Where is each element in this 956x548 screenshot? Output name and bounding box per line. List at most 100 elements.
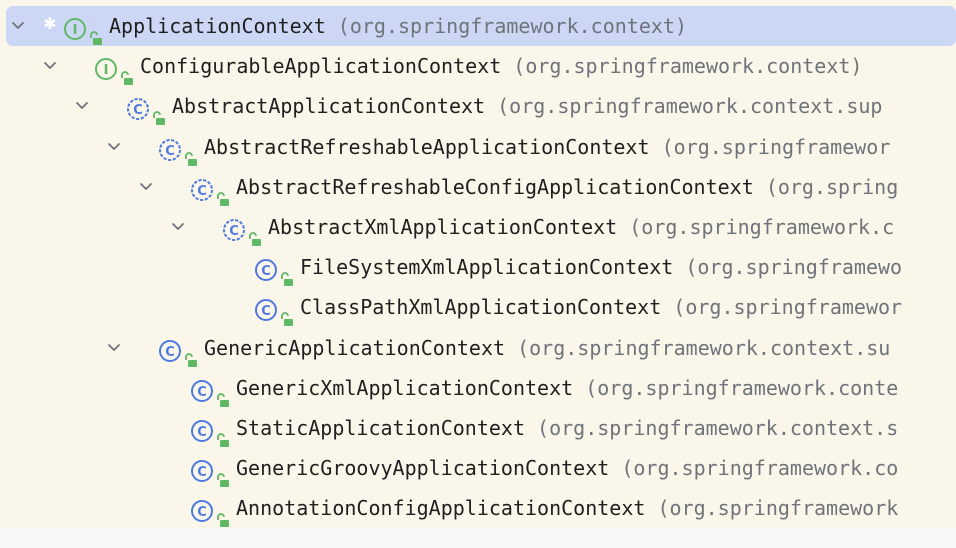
tree-row[interactable]: C ClassPathXmlApplicationContext (org.spr…	[0, 287, 956, 327]
package-name: (org.springframewo	[685, 255, 903, 280]
tree-row[interactable]: C FileSystemXmlApplicationContext (org.sp…	[0, 247, 956, 287]
tree-row-label: GenericApplicationContext (org.springfra…	[204, 328, 890, 368]
chevron-down-icon[interactable]	[72, 86, 92, 126]
abstract-class-icon: C	[190, 175, 214, 201]
chevron-down-icon[interactable]	[168, 207, 188, 247]
class-icon: C	[158, 336, 182, 362]
public-access-icon	[184, 140, 198, 166]
class-icon: C	[254, 255, 278, 282]
public-access-icon	[248, 220, 262, 246]
svg-text:C: C	[197, 505, 207, 520]
class-name: ClassPathXmlApplicationContext	[300, 295, 662, 320]
svg-text:I: I	[73, 23, 78, 38]
tree-row[interactable]: C GenericGroovyApplicationContext (org.sp…	[0, 448, 956, 488]
tree-row-label: ClassPathXmlApplicationContext (org.spri…	[300, 287, 902, 327]
abstract-class-icon: C	[158, 135, 182, 161]
tree-row-label: GenericGroovyApplicationContext (org.spr…	[236, 448, 898, 488]
chevron-down-icon[interactable]	[104, 328, 124, 368]
package-name: (org.spring	[765, 174, 899, 199]
class-icon: C	[190, 496, 214, 523]
package-name: (org.springframework.context)	[337, 14, 687, 38]
public-access-icon	[216, 180, 230, 206]
tree-row[interactable]: C GenericApplicationContext (org.springfr…	[0, 328, 956, 368]
class-icon: C	[190, 416, 214, 442]
interface-icon: I	[94, 54, 118, 81]
tree-row[interactable]: C AbstractXmlApplicationContext (org.spri…	[0, 207, 956, 247]
svg-text:C: C	[165, 345, 175, 360]
package-name: (org.springframewor	[673, 295, 903, 320]
svg-text:C: C	[197, 465, 207, 480]
tree-row-label: AbstractRefreshableConfigApplicationCont…	[236, 167, 898, 207]
tree-row[interactable]: C AbstractRefreshableConfigApplicationCon…	[0, 167, 956, 207]
svg-text:C: C	[165, 144, 175, 159]
package-name: (org.springframework.conte	[585, 375, 899, 400]
tree-row-label: GenericXmlApplicationContext (org.spring…	[236, 368, 898, 408]
package-name: (org.springframework.context.s	[537, 416, 899, 440]
package-name: (org.springframework.context.sup	[497, 94, 883, 119]
tree-row[interactable]: C GenericXmlApplicationContext (org.sprin…	[0, 368, 956, 408]
public-access-icon	[152, 99, 166, 126]
tree-row-label: AbstractXmlApplicationContext (org.sprin…	[268, 207, 894, 247]
tree-row-label: AbstractRefreshableApplicationContext (o…	[204, 127, 890, 167]
svg-text:C: C	[261, 304, 271, 319]
svg-text:I: I	[104, 63, 109, 78]
tree-row[interactable]: I ConfigurableApplicationContext (org.spr…	[0, 46, 956, 86]
tree-row-label: FileSystemXmlApplicationContext (org.spr…	[300, 247, 902, 287]
public-access-icon	[184, 341, 198, 367]
package-name: (org.springframework.context.su	[517, 335, 891, 360]
public-access-icon	[280, 300, 294, 327]
chevron-down-icon[interactable]	[8, 6, 28, 46]
chevron-down-icon[interactable]	[136, 167, 156, 207]
tree-row-selected[interactable]: ✱ I ApplicationContext (org.springframewor…	[6, 6, 956, 46]
public-access-icon	[216, 381, 230, 407]
package-name: (org.springframework.c	[629, 215, 895, 239]
star-icon: ✱	[43, 14, 57, 33]
tree-row-label: AbstractApplicationContext (org.springfr…	[172, 86, 882, 126]
abstract-class-icon: C	[222, 215, 246, 241]
class-name: GenericGroovyApplicationContext	[236, 456, 610, 481]
class-name: ApplicationContext	[109, 14, 326, 38]
tree-row-label: StaticApplicationContext (org.springfram…	[236, 408, 898, 448]
svg-text:C: C	[197, 184, 207, 199]
tree-row-label: AnnotationConfigApplicationContext (org.…	[236, 488, 898, 528]
public-access-icon	[216, 461, 230, 488]
class-name: GenericXmlApplicationContext	[236, 375, 574, 400]
public-access-icon	[280, 260, 294, 287]
class-icon: C	[190, 456, 214, 483]
class-name: AbstractApplicationContext	[172, 94, 486, 119]
class-icon: C	[254, 295, 278, 322]
class-name: AbstractRefreshableApplicationContext	[204, 134, 650, 159]
class-name: GenericApplicationContext	[204, 335, 506, 360]
svg-text:C: C	[133, 103, 143, 118]
package-name: (org.springframewor	[661, 134, 891, 159]
interface-icon: I	[63, 14, 87, 40]
package-name: (org.springframework	[657, 496, 899, 521]
tree-row[interactable]: C AbstractRefreshableApplicationContext (…	[0, 127, 956, 167]
tree-row[interactable]: C AnnotationConfigApplicationContext (org…	[0, 488, 956, 528]
chevron-down-icon[interactable]	[40, 46, 60, 86]
svg-text:C: C	[229, 224, 239, 239]
class-icon: C	[190, 376, 214, 402]
class-name: ConfigurableApplicationContext	[140, 54, 502, 79]
class-name: AbstractXmlApplicationContext	[268, 215, 618, 239]
package-name: (org.springframework.context)	[513, 54, 863, 79]
svg-text:C: C	[261, 264, 271, 279]
svg-text:C: C	[197, 425, 207, 440]
type-hierarchy-tree[interactable]: ✱ I ApplicationContext (org.springframewor…	[0, 0, 956, 528]
tree-row[interactable]: C StaticApplicationContext (org.springfra…	[0, 408, 956, 448]
class-name: AnnotationConfigApplicationContext	[236, 496, 646, 521]
class-name: StaticApplicationContext	[236, 416, 525, 440]
class-name: AbstractRefreshableConfigApplicationCont…	[236, 174, 754, 199]
tree-row[interactable]: C AbstractApplicationContext (org.springf…	[0, 86, 956, 126]
public-access-icon	[89, 19, 103, 45]
public-access-icon	[216, 501, 230, 528]
tree-row-label: ConfigurableApplicationContext (org.spri…	[140, 46, 862, 86]
class-name: FileSystemXmlApplicationContext	[300, 255, 674, 280]
svg-text:C: C	[197, 385, 207, 400]
chevron-down-icon[interactable]	[104, 127, 124, 167]
public-access-icon	[120, 59, 134, 86]
package-name: (org.springframework.co	[621, 456, 899, 481]
tree-row-label: ApplicationContext (org.springframework.…	[109, 6, 687, 46]
public-access-icon	[216, 421, 230, 447]
abstract-class-icon: C	[126, 94, 150, 121]
